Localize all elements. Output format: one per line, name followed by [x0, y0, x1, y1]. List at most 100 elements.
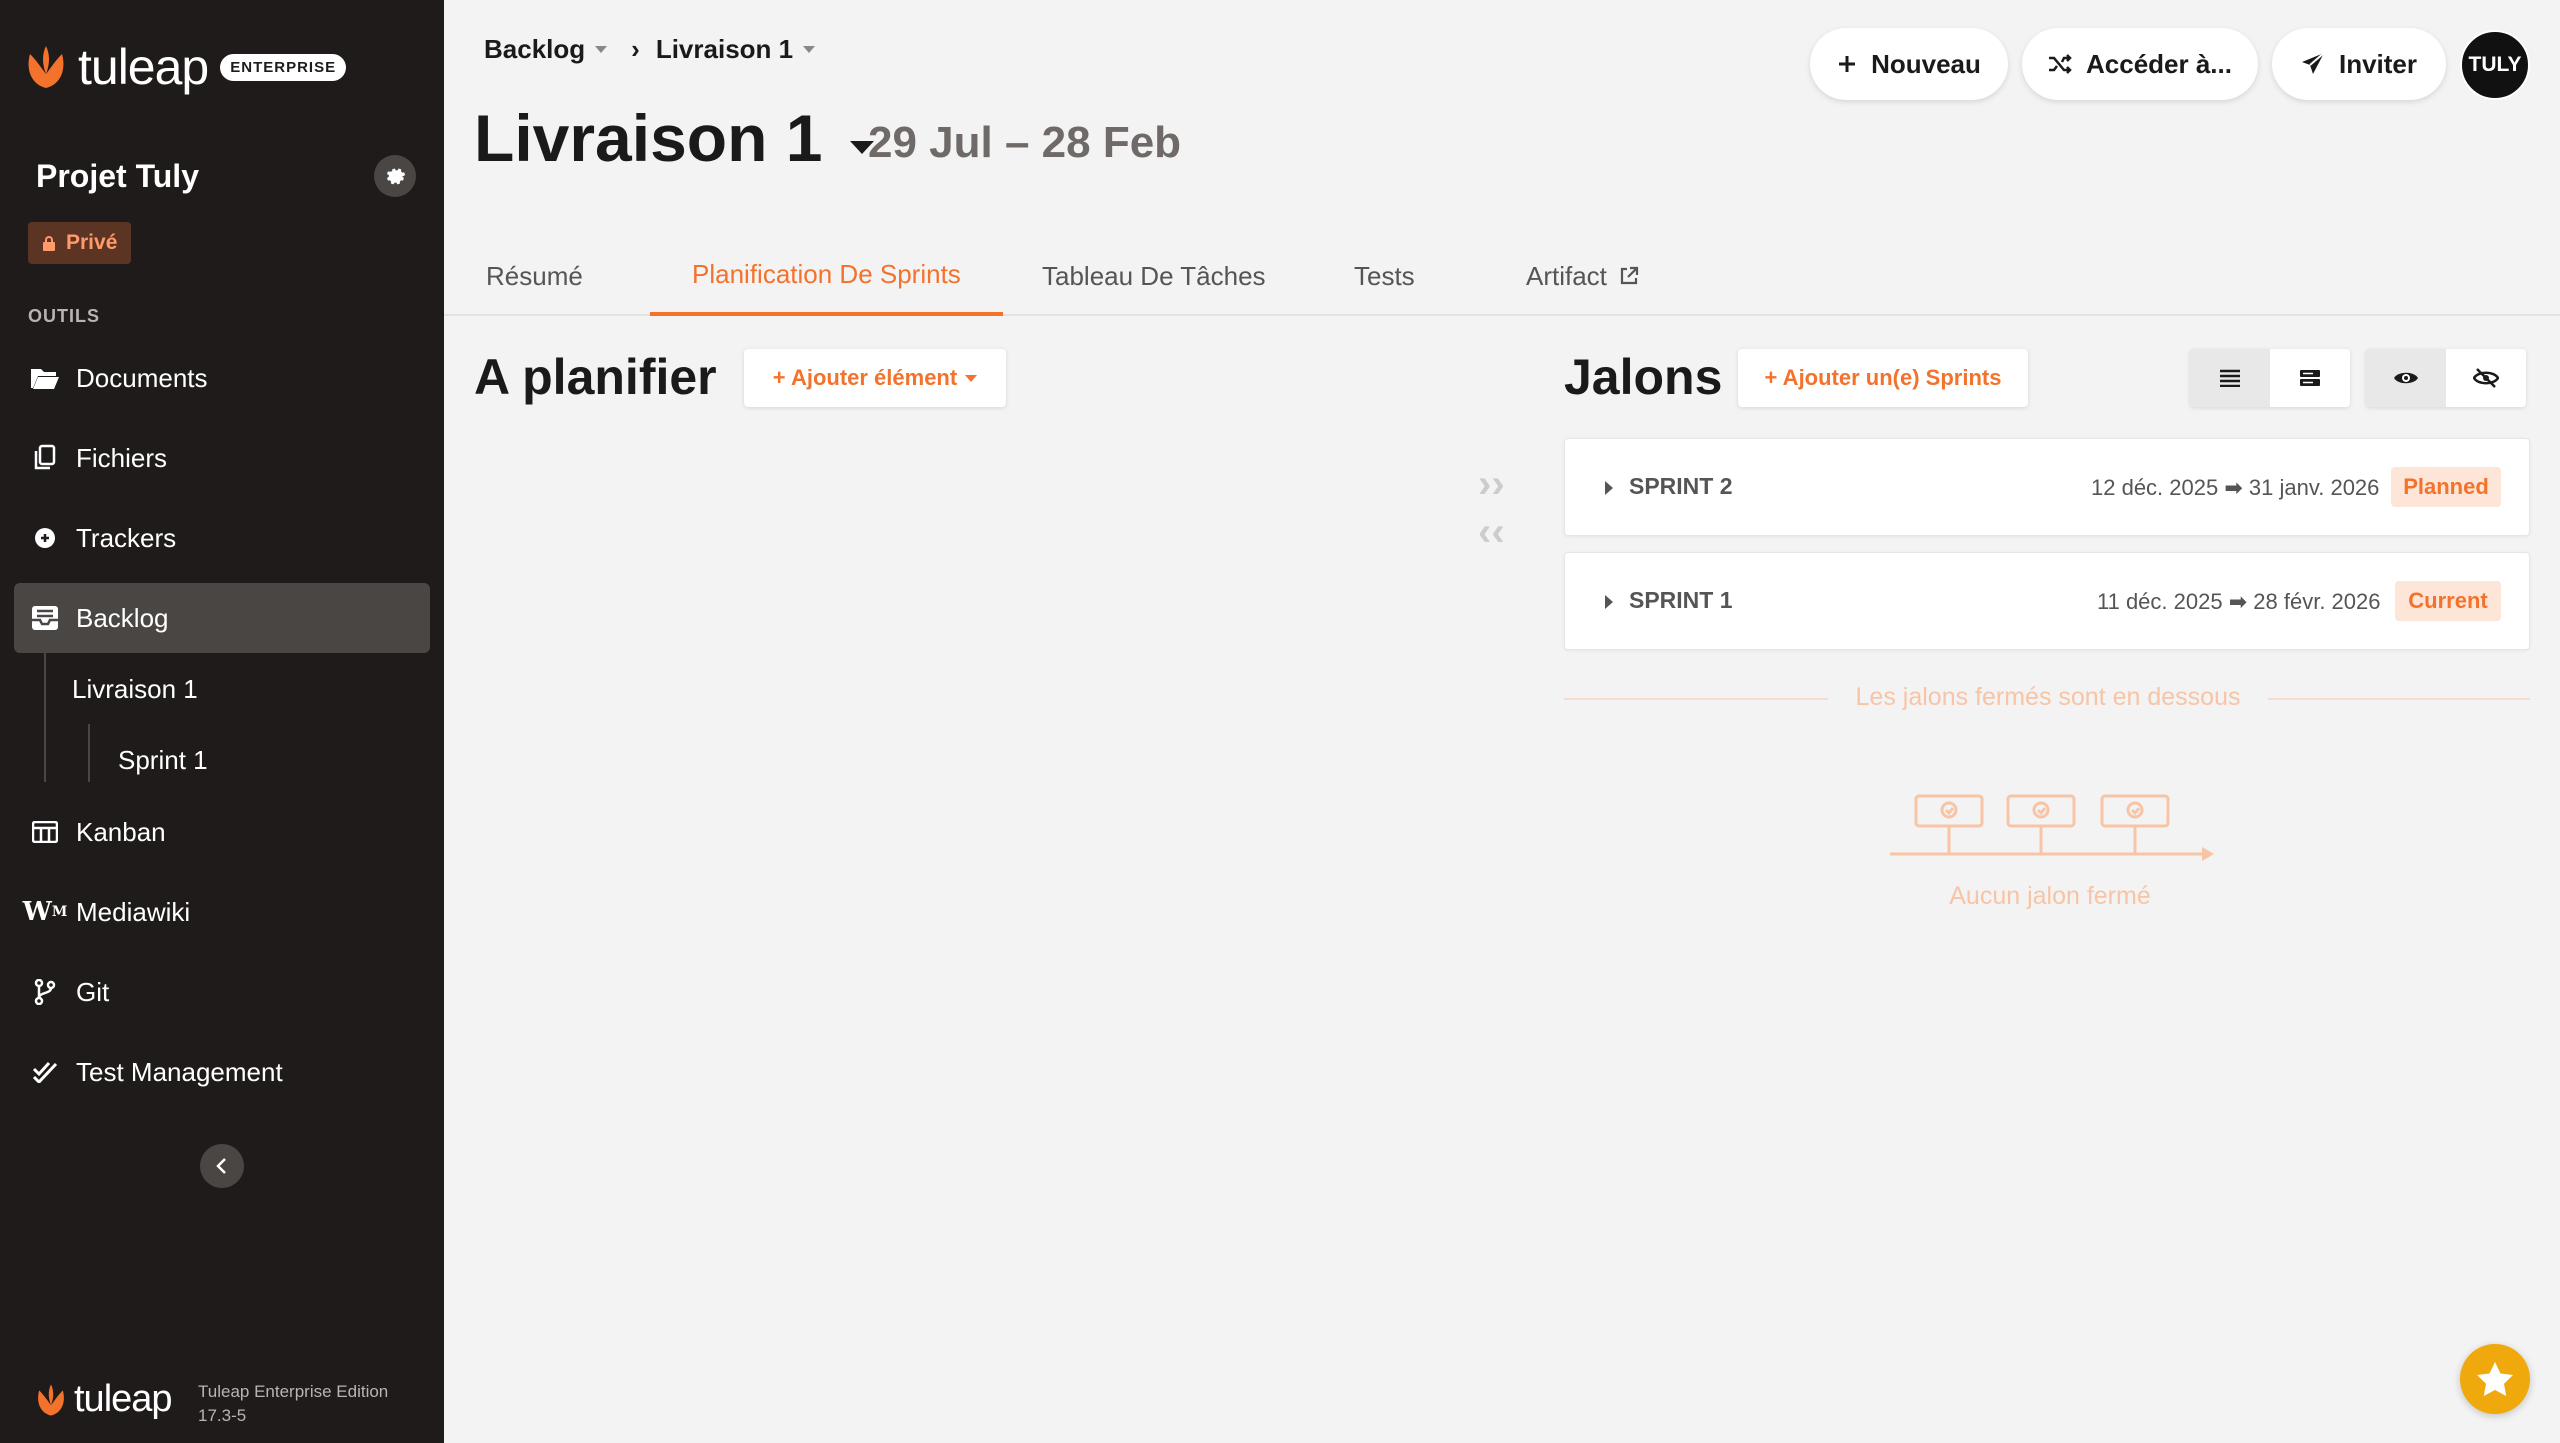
check-double-icon: [30, 1057, 60, 1087]
footer-logo-text: tuleap: [74, 1378, 173, 1420]
mediawiki-icon: WM: [22, 897, 68, 927]
move-items-handle[interactable]: ›› ‹‹: [1478, 460, 1505, 556]
release-dates: 29 Jul – 28 Feb: [868, 118, 1182, 167]
arrow-right-icon: ➡: [2224, 475, 2243, 500]
caret-right-icon[interactable]: [1605, 595, 1613, 609]
sidebar-item-trackers[interactable]: Trackers: [14, 503, 430, 573]
compact-view-button[interactable]: [2190, 349, 2270, 407]
sidebar-item-label: Kanban: [76, 816, 166, 847]
footer-logo: tuleap: [36, 1378, 173, 1421]
sidebar-subitem-sprint[interactable]: Sprint 1: [118, 745, 208, 776]
project-name[interactable]: Projet Tuly: [36, 158, 199, 195]
page-title-text: Livraison 1: [474, 101, 823, 175]
hide-closed-button[interactable]: [2446, 349, 2526, 407]
logo-text: tuleap: [78, 39, 209, 95]
to-plan-title: A planifier: [474, 349, 717, 405]
sidebar-item-label: Backlog: [76, 602, 169, 633]
sidebar-item-label: Test Management: [76, 1056, 283, 1087]
milestone-dates: 11 déc. 2025 ➡ 28 févr. 2026: [2097, 589, 2381, 615]
arrow-right-icon: ➡: [2228, 589, 2248, 614]
milestone-row[interactable]: SPRINT 2 12 déc. 2025 ➡ 31 janv. 2026 Pl…: [1564, 438, 2530, 536]
add-sprint-label: + Ajouter un(e) Sprints: [1764, 365, 2002, 390]
edition-version: 17.3-5: [198, 1406, 247, 1425]
plus-icon: [1839, 56, 1856, 72]
sidebar-item-fichiers[interactable]: Fichiers: [14, 423, 430, 493]
sidebar-item-label: Documents: [76, 362, 208, 393]
add-sprint-button[interactable]: + Ajouter un(e) Sprints: [1738, 349, 2028, 407]
tree-line: [44, 652, 46, 782]
chevron-left-icon: [216, 1158, 226, 1174]
caret-right-icon[interactable]: [1605, 481, 1613, 495]
sidebar-item-documents[interactable]: Documents: [14, 343, 430, 413]
tree-line: [88, 724, 90, 782]
project-settings-button[interactable]: [374, 155, 416, 197]
tab-artifact[interactable]: Artifact: [1484, 236, 1681, 316]
privacy-label: Privé: [66, 231, 118, 254]
milestone-start: 11 déc. 2025: [2097, 589, 2223, 614]
closed-milestones-label: Les jalons fermés sont en dessous: [1828, 683, 2268, 712]
external-link-icon: [1620, 266, 1639, 285]
tab-resume[interactable]: Résumé: [444, 236, 625, 316]
folder-open-icon: [30, 363, 60, 393]
tuleap-logo[interactable]: tuleap ENTERPRISE: [26, 39, 347, 95]
sidebar-item-mediawiki[interactable]: WM Mediawiki: [14, 877, 430, 947]
milestone-row[interactable]: SPRINT 1 11 déc. 2025 ➡ 28 févr. 2026 Cu…: [1564, 552, 2530, 650]
closed-items-toggle: [2366, 349, 2526, 407]
sidebar-item-backlog[interactable]: Backlog: [14, 583, 430, 653]
new-button[interactable]: Nouveau: [1810, 28, 2008, 100]
add-item-button[interactable]: + Ajouter élément: [744, 349, 1006, 407]
milestone-dates: 12 déc. 2025 ➡ 31 janv. 2026: [2091, 475, 2379, 501]
goto-button[interactable]: Accéder à...: [2022, 28, 2258, 100]
trackers-icon: [30, 523, 60, 553]
invite-button[interactable]: Inviter: [2272, 28, 2446, 100]
status-badge: Current: [2395, 581, 2501, 621]
tab-tests[interactable]: Tests: [1312, 236, 1457, 316]
breadcrumb-separator-icon: ›: [631, 34, 640, 64]
chevron-down-icon[interactable]: [803, 46, 816, 53]
detailed-view-button[interactable]: [2270, 349, 2350, 407]
list-detailed-icon: [2300, 370, 2320, 386]
edition-name: Tuleap Enterprise Edition: [198, 1382, 389, 1401]
tools-section-title: OUTILS: [28, 306, 100, 326]
sidebar-item-label: Trackers: [76, 522, 177, 553]
gear-icon: [387, 168, 406, 185]
add-item-label: + Ajouter élément: [772, 365, 958, 390]
empty-closed-illustration: [1880, 790, 2220, 875]
tab-sprint-planning[interactable]: Planification De Sprints: [650, 236, 1003, 316]
tab-artifact-label: Artifact: [1526, 260, 1607, 291]
breadcrumb-release[interactable]: Livraison 1: [656, 34, 793, 65]
view-mode-toggle: [2190, 349, 2350, 407]
chevron-down-icon: [965, 374, 978, 382]
milestone-start: 12 déc. 2025: [2091, 475, 2219, 500]
sidebar-item-label: Mediawiki: [76, 896, 191, 927]
milestone-name: SPRINT 2: [1629, 473, 1733, 499]
sidebar-item-git[interactable]: Git: [14, 957, 430, 1027]
sidebar: tuleap ENTERPRISE Projet Tuly Privé OUTI…: [0, 0, 444, 1443]
paper-plane-icon: [2301, 52, 2325, 74]
breadcrumb-backlog[interactable]: Backlog: [484, 34, 585, 65]
page-title[interactable]: Livraison 1: [474, 100, 875, 176]
tab-taskboard[interactable]: Tableau De Tâches: [1000, 236, 1308, 316]
milestone-end: 28 févr. 2026: [2253, 589, 2381, 614]
sidebar-item-test-management[interactable]: Test Management: [14, 1037, 430, 1107]
list-compact-icon: [2220, 369, 2240, 387]
tuleap-flower-icon: [38, 1383, 64, 1416]
tuleap-flower-icon: [28, 46, 64, 88]
favorite-button[interactable]: [2460, 1344, 2530, 1414]
no-closed-milestones-text: Aucun jalon fermé: [1949, 882, 2151, 910]
status-badge: Planned: [2391, 467, 2501, 507]
milestone-end: 31 janv. 2026: [2248, 475, 2380, 500]
collapse-sidebar-button[interactable]: [200, 1144, 244, 1188]
lock-icon: [43, 235, 55, 251]
chevron-down-icon[interactable]: [595, 46, 608, 53]
milestones-title: Jalons: [1564, 349, 1723, 405]
milestone-name: SPRINT 1: [1629, 587, 1733, 613]
timeline-illustration-icon: [1890, 794, 2214, 861]
shuffle-icon: [2049, 54, 2072, 74]
show-closed-button[interactable]: [2366, 349, 2446, 407]
user-avatar[interactable]: TULY: [2460, 30, 2530, 100]
sidebar-subitem-release[interactable]: Livraison 1: [72, 674, 198, 705]
sidebar-item-kanban[interactable]: Kanban: [14, 797, 430, 867]
double-chevron-left-icon: ‹‹: [1478, 510, 1505, 554]
new-button-label: Nouveau: [1871, 48, 1981, 79]
